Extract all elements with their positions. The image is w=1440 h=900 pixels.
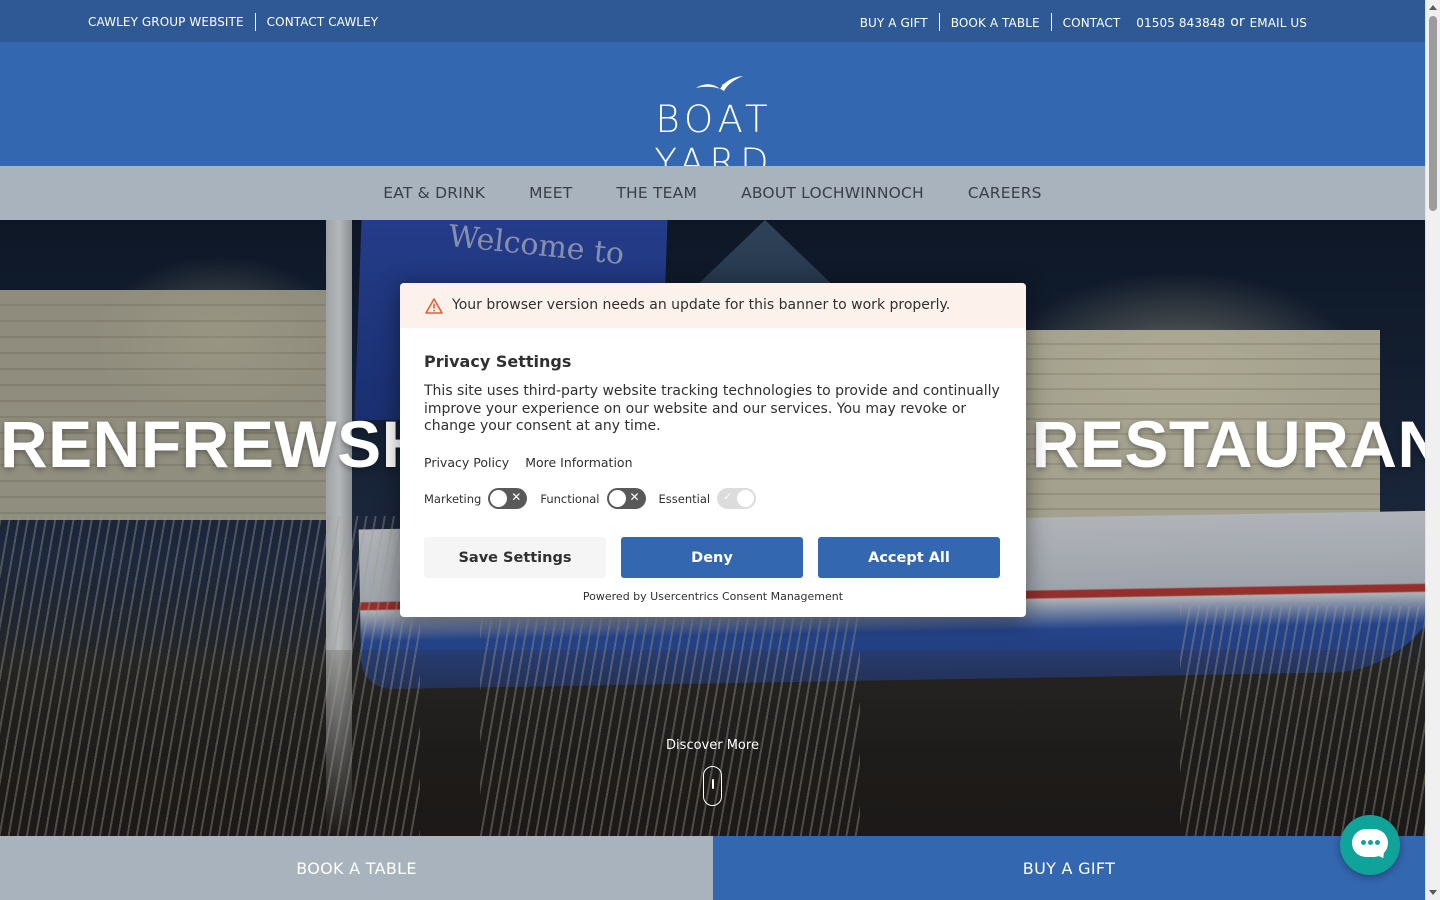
deny-button[interactable]: Deny <box>621 537 803 578</box>
marketing-toggle[interactable]: ✕ <box>488 488 528 509</box>
buy-gift-link[interactable]: BUY A GIFT <box>860 16 928 30</box>
main-nav: EAT & DRINK MEET THE TEAM ABOUT LOCHWINN… <box>0 166 1425 220</box>
email-link[interactable]: EMAIL US <box>1250 16 1307 30</box>
boat-yard-logo[interactable]: BOAT YARD <box>592 72 836 184</box>
nav-about-lochwinnoch[interactable]: ABOUT LOCHWINNOCH <box>741 184 924 202</box>
privacy-policy-link[interactable]: Privacy Policy <box>424 455 509 470</box>
scroll-down-arrow-icon[interactable] <box>1429 890 1437 895</box>
chat-launcher-button[interactable] <box>1340 815 1400 875</box>
nav-eat-drink[interactable]: EAT & DRINK <box>383 184 485 202</box>
contact-cawley-link[interactable]: CONTACT CAWLEY <box>267 15 379 31</box>
accept-all-button[interactable]: Accept All <box>818 537 1000 578</box>
dialog-title: Privacy Settings <box>424 352 572 371</box>
essential-label: Essential <box>658 491 711 506</box>
nav-meet[interactable]: MEET <box>529 184 572 202</box>
discover-more-link[interactable]: Discover More <box>0 738 1425 753</box>
warning-text: Your browser version needs an update for… <box>452 297 951 313</box>
essential-toggle: ✓ <box>717 488 757 509</box>
save-settings-button[interactable]: Save Settings <box>424 537 606 578</box>
dialog-actions: Save Settings Deny Accept All <box>424 537 1000 578</box>
scroll-up-arrow-icon[interactable] <box>1429 5 1437 10</box>
warning-triangle-icon <box>425 298 443 314</box>
phone-link[interactable]: 01505 843848 <box>1136 16 1225 30</box>
utility-left: CAWLEY GROUP WEBSITE CONTACT CAWLEY <box>88 13 379 31</box>
cawley-group-link[interactable]: CAWLEY GROUP WEBSITE <box>88 15 244 31</box>
seagull-icon <box>696 76 743 91</box>
buy-gift-button[interactable]: BUY A GIFT <box>713 836 1425 900</box>
functional-toggle[interactable]: ✕ <box>606 488 646 509</box>
nav-careers[interactable]: CAREERS <box>968 184 1042 202</box>
or-text: or <box>1230 14 1245 30</box>
powered-by-text: Powered by Usercentrics Consent Manageme… <box>582 590 844 603</box>
divider <box>938 13 940 31</box>
scrollbar-thumb[interactable] <box>1429 16 1437 211</box>
site-header: BOAT YARD <box>0 42 1425 184</box>
scroll-mouse-icon[interactable] <box>703 766 722 806</box>
dialog-description: This site uses third-party website track… <box>424 383 1000 434</box>
divider <box>1050 13 1052 31</box>
book-table-button[interactable]: BOOK A TABLE <box>0 836 713 900</box>
dialog-links: Privacy Policy More Information <box>424 455 649 470</box>
check-icon: ✓ <box>723 490 733 503</box>
utility-right: BUY A GIFT BOOK A TABLE CONTACT 01505 84… <box>860 13 1307 31</box>
consent-toggles: Marketing ✕ Functional ✕ Essential ✓ <box>424 488 769 509</box>
page-scrollbar[interactable] <box>1425 0 1440 900</box>
close-icon: ✕ <box>629 490 640 504</box>
marketing-label: Marketing <box>424 491 482 506</box>
more-information-link[interactable]: More Information <box>525 455 632 470</box>
utility-bar: CAWLEY GROUP WEBSITE CONTACT CAWLEY BUY … <box>0 0 1425 42</box>
nav-the-team[interactable]: THE TEAM <box>616 184 697 202</box>
close-icon: ✕ <box>511 490 522 504</box>
privacy-consent-dialog: Your browser version needs an update for… <box>400 283 1026 617</box>
book-table-link[interactable]: BOOK A TABLE <box>951 16 1040 30</box>
functional-label: Functional <box>540 491 600 506</box>
contact-link[interactable]: CONTACT <box>1063 16 1121 30</box>
browser-warning-banner: Your browser version needs an update for… <box>400 283 1026 328</box>
divider <box>254 13 256 31</box>
